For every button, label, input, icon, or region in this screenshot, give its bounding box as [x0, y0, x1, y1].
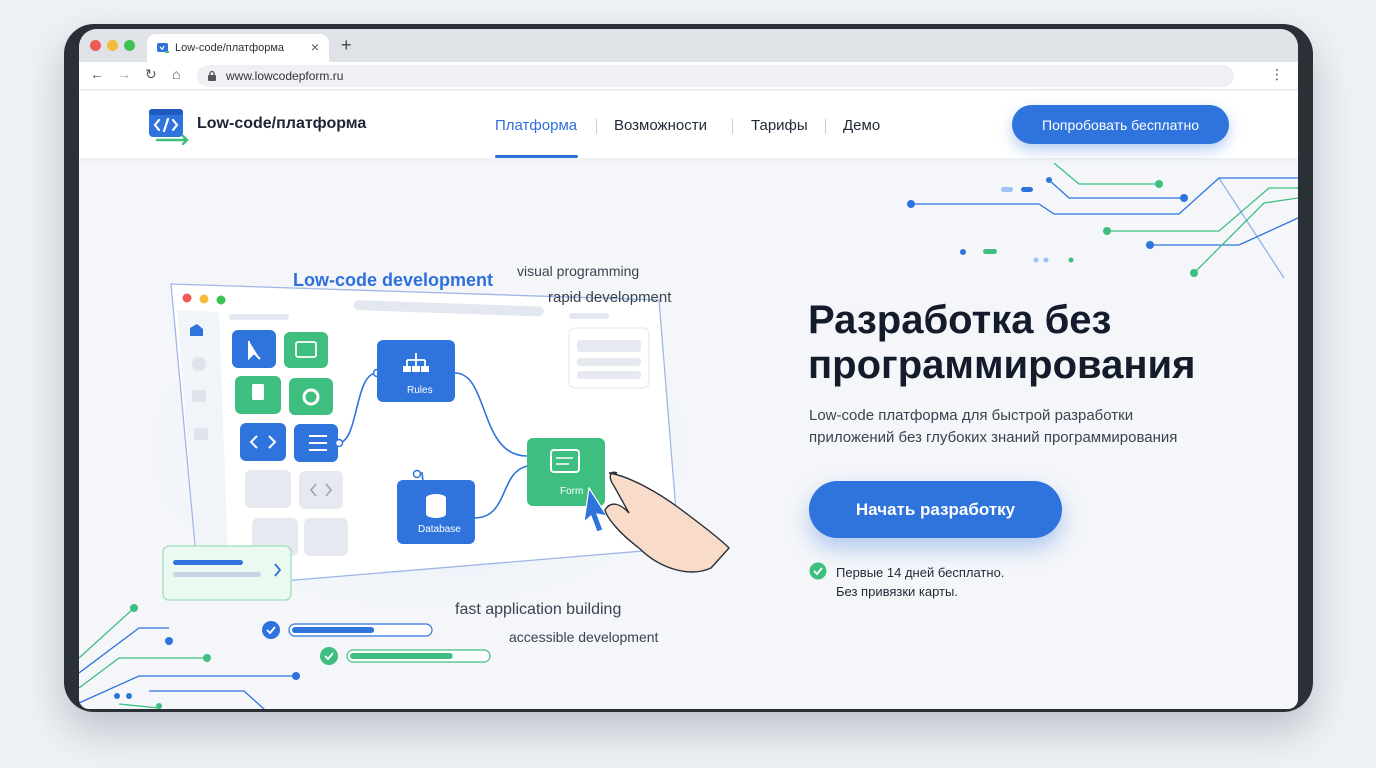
address-bar[interactable]: www.lowcodepform.ru — [197, 65, 1234, 87]
logo-icon[interactable] — [147, 105, 191, 145]
trial-note-line: Без привязки карты. — [836, 584, 958, 599]
site-favicon-icon — [157, 43, 169, 53]
site-header: Low-code/платформа Платформа Возможности… — [79, 91, 1298, 158]
label-accessible-development: accessible development — [509, 629, 659, 645]
hero-subtitle-line: Low-code платформа для быстрой разработк… — [809, 407, 1134, 424]
nav-item-features[interactable]: Возможности — [614, 117, 707, 134]
browser-toolbar: ← → ↻ ⌂ www.lowcodepform.ru ⋮ — [79, 62, 1298, 90]
browser-tab[interactable]: Low-code/платформа × — [147, 34, 329, 62]
browser-menu-icon[interactable]: ⋮ — [1270, 66, 1284, 83]
hero-title-line: Разработка без — [808, 298, 1112, 342]
close-window-dot[interactable] — [90, 40, 101, 51]
back-icon[interactable]: ← — [90, 66, 104, 82]
reload-icon[interactable]: ↻ — [145, 66, 157, 83]
hero-title-line: программирования — [808, 343, 1196, 387]
progress-indicators — [262, 621, 491, 665]
label-visual-programming: visual programming — [517, 263, 640, 279]
start-development-button[interactable]: Начать разработку — [809, 481, 1062, 538]
node-database-label: Database — [418, 524, 461, 535]
nav-separator — [732, 119, 733, 134]
node-rules-label: Rules — [407, 385, 433, 396]
try-free-button[interactable]: Попробовать бесплатно — [1012, 105, 1229, 144]
lock-icon — [208, 70, 216, 81]
nav-item-demo[interactable]: Демо — [843, 117, 880, 134]
nav-item-platform[interactable]: Платформа — [495, 117, 577, 134]
hero-subtitle-line: приложений без глубоких знаний программи… — [809, 429, 1178, 446]
browser-window: Low-code/платформа × + ← → ↻ ⌂ www.lowco… — [79, 29, 1298, 709]
maximize-window-dot[interactable] — [124, 40, 135, 51]
label-low-code: Low-code development — [293, 270, 494, 290]
trial-note-line: Первые 14 дней бесплатно. — [836, 565, 1005, 580]
tab-bar: Low-code/платформа × + — [79, 29, 1298, 62]
nav-separator — [596, 119, 597, 134]
progress-bar-fill — [292, 627, 375, 633]
trial-note: Первые 14 дней бесплатно. Без привязки к… — [836, 563, 1004, 601]
hero-subtitle: Low-code платформа для быстрой разработк… — [809, 405, 1229, 449]
tab-close-icon[interactable]: × — [311, 39, 319, 55]
app-builder-illustration — [159, 278, 730, 618]
label-rapid-development: rapid development — [548, 289, 672, 306]
forward-icon[interactable]: → — [117, 66, 131, 82]
home-icon[interactable]: ⌂ — [172, 66, 180, 82]
label-fast-building: fast application building — [455, 601, 622, 618]
new-tab-button[interactable]: + — [341, 35, 352, 56]
url-text: www.lowcodepform.ru — [226, 69, 344, 83]
progress-bar-fill — [350, 653, 453, 659]
brand-name[interactable]: Low-code/платформа — [197, 115, 366, 133]
hero-section: Low-code development visual programming … — [79, 158, 1298, 709]
minimize-window-dot[interactable] — [107, 40, 118, 51]
hero-title: Разработка без программирования — [808, 298, 1195, 388]
tab-title: Low-code/платформа — [175, 42, 285, 54]
check-circle-icon — [809, 562, 827, 580]
nav-item-pricing[interactable]: Тарифы — [751, 117, 808, 134]
node-form-label: Form — [560, 486, 584, 497]
nav-separator — [825, 119, 826, 134]
